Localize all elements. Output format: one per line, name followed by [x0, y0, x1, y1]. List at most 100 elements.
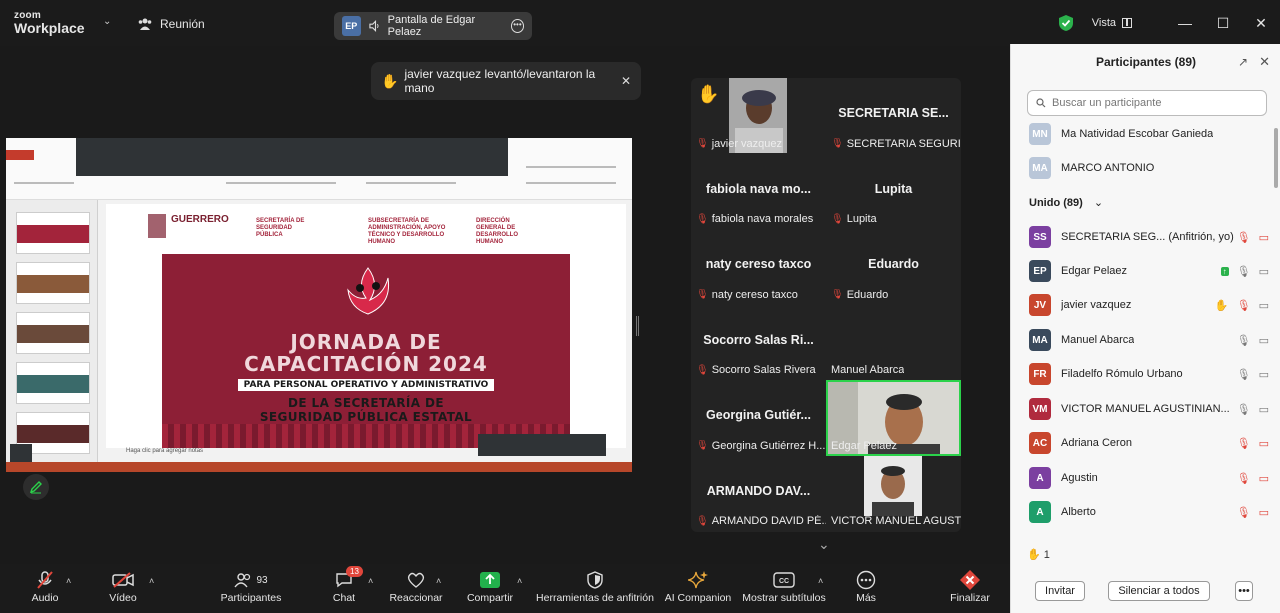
split-resize-handle[interactable]: [636, 316, 639, 336]
avatar: A: [1029, 501, 1051, 523]
share-options-caret[interactable]: ˄: [517, 576, 522, 586]
video-icon[interactable]: ▭: [1259, 368, 1269, 381]
meeting-info-button[interactable]: Reunión: [138, 17, 205, 31]
annotate-pencil-icon[interactable]: [23, 474, 49, 500]
captions-button[interactable]: CC Mostrar subtítulos: [742, 568, 826, 604]
zoom-logo[interactable]: zoom Workplace: [14, 10, 85, 35]
video-tile[interactable]: ARMANDO DAV... 🎙 ARMANDO DAVID PÉ...: [691, 456, 826, 532]
tile-label-text: Manuel Abarca: [831, 364, 905, 376]
audio-options-caret[interactable]: ˄: [66, 576, 71, 586]
more-options-icon[interactable]: •••: [510, 19, 524, 33]
mic-icon[interactable]: 🎙: [1237, 265, 1251, 278]
mic-icon[interactable]: 🎙: [1237, 334, 1251, 347]
reactions-button[interactable]: Reaccionar: [388, 568, 444, 604]
ai-companion-button[interactable]: AI Companion: [664, 568, 732, 604]
view-layout-icon[interactable]: [1122, 18, 1132, 28]
participants-button[interactable]: 93 Participantes: [218, 568, 284, 604]
shared-screen-pill[interactable]: EP Pantalla de Edgar Pelaez •••: [334, 12, 532, 40]
end-meeting-button[interactable]: Finalizar: [946, 568, 994, 604]
meeting-toolbar: Audio ˄ Vídeo ˄ 93 Participantes Chat 13…: [0, 564, 1010, 613]
popout-icon[interactable]: ↗: [1238, 55, 1248, 69]
participant-row[interactable]: FR Filadelfo Rómulo Urbano 🎙 ▭: [1029, 360, 1269, 388]
more-button[interactable]: Más: [850, 568, 882, 604]
video-off-icon[interactable]: ▭: [1259, 437, 1269, 450]
mic-muted-icon[interactable]: 🎙: [1237, 437, 1251, 450]
video-icon[interactable]: ▭: [1259, 403, 1269, 416]
video-icon[interactable]: ▭: [1259, 265, 1269, 278]
video-tile[interactable]: naty cereso taxco 🎙 naty cereso taxco: [691, 229, 826, 305]
mic-icon[interactable]: 🎙: [1237, 403, 1251, 416]
participant-name: Filadelfo Rómulo Urbano: [1061, 368, 1183, 380]
video-tile[interactable]: Eduardo 🎙 Eduardo: [826, 229, 961, 305]
tile-name-big: Georgina Gutiér...: [706, 408, 811, 422]
reactions-options-caret[interactable]: ˄: [436, 576, 441, 586]
tile-name-big: Eduardo: [868, 257, 919, 271]
raised-hands-count[interactable]: ✋ 1: [1027, 548, 1050, 561]
mic-muted-icon[interactable]: 🎙: [1237, 299, 1251, 312]
search-input[interactable]: [1052, 97, 1252, 109]
maximize-button[interactable]: ☐: [1204, 15, 1242, 32]
video-tile[interactable]: Georgina Gutiér... 🎙 Georgina Gutiérrez H…: [691, 380, 826, 456]
video-tile[interactable]: SECRETARIA SE... 🎙SECRETARIA SEGURID...: [826, 78, 961, 154]
video-tile[interactable]: fabiola nava mo... 🎙 fabiola nava morales: [691, 154, 826, 230]
video-tile[interactable]: Lupita 🎙 Lupita: [826, 154, 961, 230]
slide-thumbnail[interactable]: [16, 212, 90, 254]
gallery-next-page-icon[interactable]: ⌄: [818, 536, 830, 553]
security-shield-icon[interactable]: [1058, 14, 1074, 32]
mic-muted-icon[interactable]: 🎙: [1237, 231, 1251, 244]
panel-scrollbar[interactable]: [1274, 128, 1278, 188]
participant-row[interactable]: SS SECRETARIA SEG... (Anfitrión, yo) 🎙 ▭: [1029, 223, 1269, 251]
slide-header: GUERRERO SECRETARÍA DE SEGURIDAD PÚBLICA…: [106, 204, 626, 250]
joined-group-header[interactable]: Unido (89) ⌄: [1029, 196, 1103, 209]
participant-search[interactable]: [1027, 90, 1267, 116]
audio-button[interactable]: Audio: [24, 568, 66, 604]
chat-options-caret[interactable]: ˄: [368, 576, 373, 586]
slide-thumbnail[interactable]: [16, 312, 90, 354]
slide-thumbnail[interactable]: [16, 262, 90, 304]
shared-screen[interactable]: GUERRERO SECRETARÍA DE SEGURIDAD PÚBLICA…: [6, 138, 632, 472]
video-options-caret[interactable]: ˄: [149, 576, 154, 586]
active-speaker-tile[interactable]: Edgar Pelaez: [826, 380, 961, 456]
invite-button[interactable]: Invitar: [1035, 581, 1085, 601]
close-panel-icon[interactable]: ✕: [1259, 54, 1270, 70]
video-off-icon[interactable]: ▭: [1259, 506, 1269, 519]
host-tools-button[interactable]: Herramientas de anfitrión: [536, 568, 654, 604]
video-tile[interactable]: Socorro Salas Ri... 🎙 Socorro Salas River…: [691, 305, 826, 381]
minimize-button[interactable]: —: [1166, 15, 1204, 31]
participant-row[interactable]: JV javier vazquez ✋ 🎙 ▭: [1029, 291, 1269, 319]
mic-muted-icon[interactable]: 🎙: [1237, 506, 1251, 519]
speaker-icon: [368, 20, 379, 32]
slide-title1: JORNADA DE: [290, 330, 442, 354]
mic-icon[interactable]: 🎙: [1237, 368, 1251, 381]
participant-row[interactable]: A Agustin 🎙 ▭: [1029, 464, 1269, 492]
more-options-button[interactable]: •••: [1235, 581, 1253, 601]
tile-label-text: Eduardo: [846, 288, 889, 301]
participant-row[interactable]: MA Manuel Abarca 🎙 ▭: [1029, 326, 1269, 354]
video-tile[interactable]: VICTOR MANUEL AGUST...: [826, 455, 961, 532]
video-icon[interactable]: ▭: [1259, 299, 1269, 312]
mute-all-button[interactable]: Silenciar a todos: [1108, 581, 1210, 601]
view-label[interactable]: Vista: [1092, 17, 1116, 29]
video-off-icon[interactable]: ▭: [1259, 472, 1269, 485]
close-notification-icon[interactable]: ✕: [621, 74, 631, 88]
chevron-down-icon[interactable]: ⌄: [103, 16, 111, 27]
ribbon-line: [366, 182, 456, 184]
participant-row[interactable]: EP Edgar Pelaez ↑ 🎙 ▭: [1029, 257, 1269, 285]
participants-icon: 93: [218, 568, 284, 592]
close-window-button[interactable]: ✕: [1242, 15, 1280, 32]
slide-thumbnail[interactable]: [16, 362, 90, 404]
participant-row[interactable]: MA MARCO ANTONIO: [1029, 154, 1269, 182]
video-button[interactable]: Vídeo: [102, 568, 144, 604]
video-tile[interactable]: ✋ 🎙 javier vazquez: [691, 78, 826, 154]
participant-row[interactable]: VM VICTOR MANUEL AGUSTINIAN... 🎙 ▭: [1029, 395, 1269, 423]
video-icon[interactable]: ▭: [1259, 334, 1269, 347]
participant-row[interactable]: MN Ma Natividad Escobar Ganieda: [1029, 120, 1269, 148]
mic-muted-icon[interactable]: 🎙: [1237, 472, 1251, 485]
participant-row[interactable]: AC Adriana Ceron 🎙 ▭: [1029, 429, 1269, 457]
participant-row[interactable]: A Alberto 🎙 ▭: [1029, 498, 1269, 526]
video-tile[interactable]: Manuel Abarca: [826, 305, 961, 381]
video-off-icon[interactable]: ▭: [1259, 231, 1269, 244]
tile-label: 🎙 Socorro Salas Rivera: [696, 364, 816, 376]
captions-options-caret[interactable]: ˄: [818, 576, 823, 586]
share-button[interactable]: Compartir: [464, 568, 516, 604]
